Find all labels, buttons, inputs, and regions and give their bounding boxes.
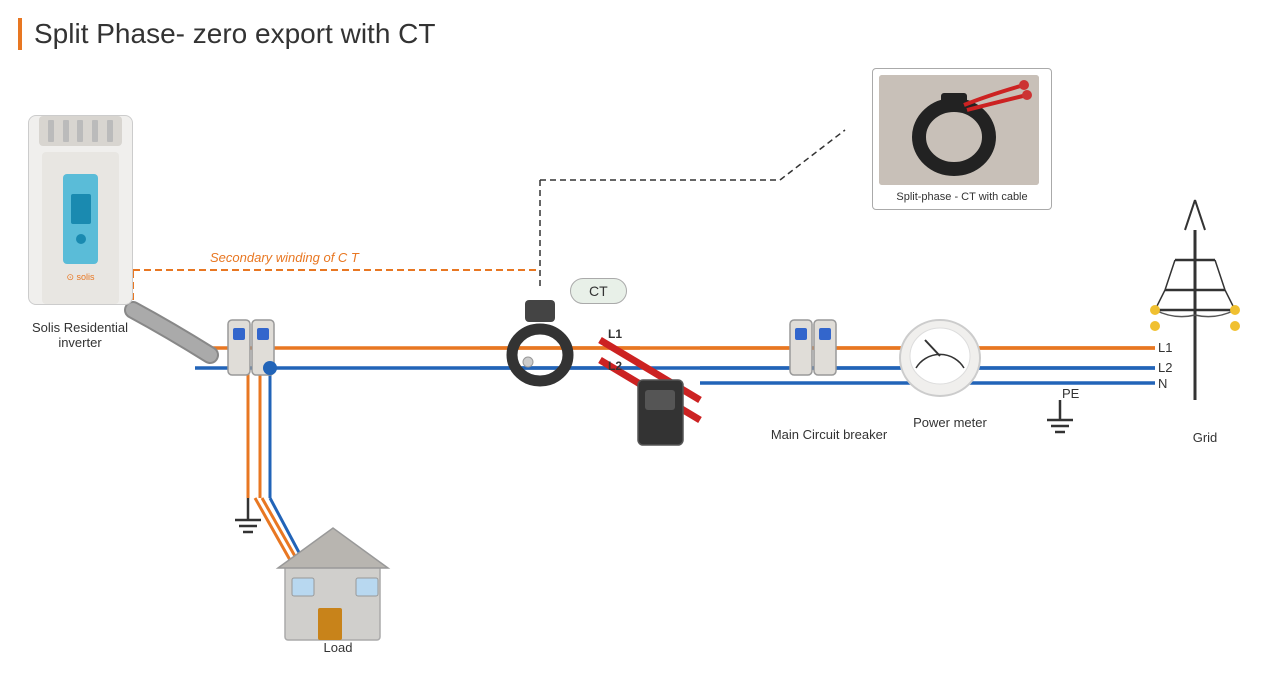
inverter-logo: ⊙ solis [51, 272, 111, 283]
grid-label: Grid [1165, 430, 1245, 445]
svg-text:PE: PE [1062, 386, 1080, 401]
inverter-label: Solis Residential inverter [15, 320, 145, 350]
ct-label: CT [570, 278, 627, 304]
page-container: Split Phase- zero export with CT Split-p… [0, 0, 1272, 686]
secondary-winding-label: Secondary winding of C T [210, 250, 359, 265]
svg-text:L1: L1 [608, 327, 622, 341]
svg-text:L2: L2 [608, 359, 622, 373]
inverter-screen [63, 174, 98, 264]
main-circuit-breaker-label: Main Circuit breaker [764, 427, 894, 444]
inverter-box: ⊙ solis [28, 115, 133, 305]
inverter-body: ⊙ solis [42, 152, 119, 304]
svg-text:N: N [1158, 376, 1167, 391]
svg-text:L1: L1 [1158, 340, 1172, 355]
diagram-svg: L1 L2 [0, 0, 1272, 686]
load-label: Load [298, 640, 378, 655]
svg-text:L2: L2 [1158, 360, 1172, 375]
power-meter-label: Power meter [895, 415, 1005, 430]
inverter-top [39, 116, 121, 146]
